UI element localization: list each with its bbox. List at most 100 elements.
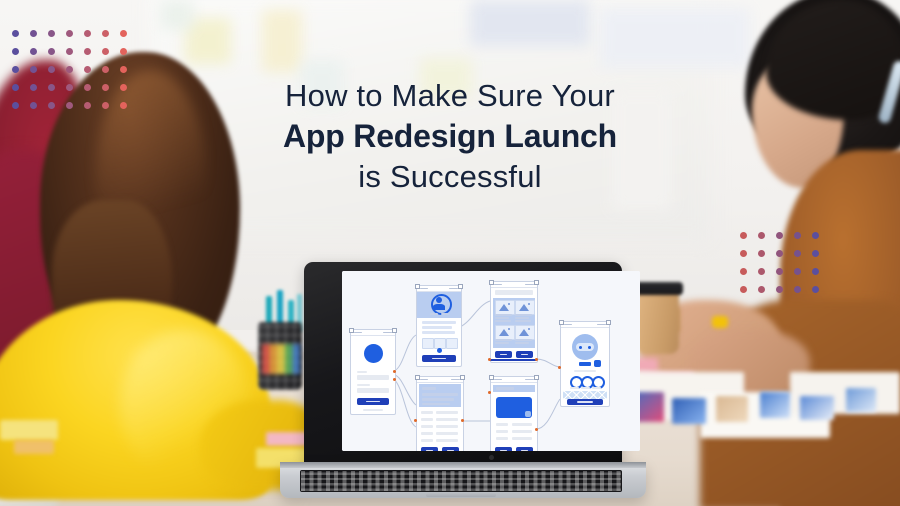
- decorative-dot: [740, 268, 747, 275]
- selection-handle[interactable]: [415, 375, 420, 380]
- input-field[interactable]: [357, 375, 389, 380]
- list-header-title: [422, 387, 436, 390]
- flow-connector-node[interactable]: [461, 419, 464, 422]
- decorative-dot: [30, 84, 37, 91]
- trackpad[interactable]: [426, 493, 496, 497]
- decorative-dot: [102, 48, 109, 55]
- list-row-value: [436, 425, 458, 428]
- wireframe-player-screen[interactable]: [560, 321, 610, 407]
- profile-primary-button[interactable]: [422, 355, 456, 362]
- selection-handle[interactable]: [489, 280, 494, 285]
- footer-link[interactable]: [363, 409, 383, 411]
- catalog-card-text: [495, 342, 509, 344]
- flow-connector-node[interactable]: [558, 366, 561, 369]
- decorative-dot: [66, 66, 73, 73]
- payment-field-label: [496, 437, 508, 440]
- decorative-dot: [776, 250, 783, 257]
- image-placeholder-icon: [519, 304, 529, 311]
- status-bar: [491, 377, 537, 383]
- selection-handle[interactable]: [534, 375, 539, 380]
- flow-connector-node[interactable]: [393, 378, 396, 381]
- decorative-dot: [740, 232, 747, 239]
- decorative-dot: [30, 30, 37, 37]
- tile[interactable]: [422, 338, 434, 349]
- laptop-lid: [304, 262, 640, 468]
- decorative-dot: [48, 102, 55, 109]
- wireframe-list-screen[interactable]: [416, 376, 464, 451]
- laptop-keyboard[interactable]: [300, 470, 622, 492]
- wall-sticky-note: [262, 10, 302, 72]
- list-row-label: [421, 418, 433, 421]
- selection-handle[interactable]: [559, 320, 564, 325]
- action-label: [592, 387, 601, 389]
- catalog-card-text: [495, 314, 512, 316]
- wireframe-payment-screen[interactable]: [490, 376, 538, 451]
- wireframe-catalog-screen[interactable]: [490, 281, 538, 363]
- flow-connector-node[interactable]: [488, 391, 491, 394]
- wireframe-profile-screen[interactable]: [416, 285, 462, 367]
- image-dot-icon: [508, 328, 510, 330]
- search-bar[interactable]: [495, 290, 533, 295]
- selection-handle[interactable]: [415, 284, 420, 289]
- dot-grid-top-left: [12, 30, 138, 120]
- decorative-dot: [66, 102, 73, 109]
- title-line-3: is Successful: [358, 158, 542, 194]
- list-row-value: [436, 411, 458, 414]
- decorative-dot: [30, 66, 37, 73]
- add-badge-icon[interactable]: [437, 348, 442, 353]
- payment-secondary-button[interactable]: [495, 447, 512, 451]
- image-dot-icon: [508, 303, 510, 305]
- text-block-line: [422, 326, 452, 329]
- decorative-dot: [120, 66, 127, 73]
- payment-primary-button[interactable]: [516, 447, 533, 451]
- selection-handle[interactable]: [392, 328, 397, 333]
- flow-connector-node[interactable]: [393, 370, 396, 373]
- decorative-dot: [794, 250, 801, 257]
- decorative-dot: [102, 102, 109, 109]
- decorative-dot: [66, 48, 73, 55]
- wireframe-login-screen[interactable]: [350, 329, 396, 415]
- list-row-value: [436, 432, 458, 435]
- laptop: [276, 262, 646, 506]
- selection-handle[interactable]: [349, 328, 354, 333]
- banner-canvas: How to Make Sure Your App Redesign Launc…: [0, 0, 900, 506]
- decorative-dot: [12, 66, 19, 73]
- avatar-body-icon: [433, 304, 445, 310]
- sticky-note-orange: [14, 440, 54, 454]
- input-field[interactable]: [357, 388, 389, 393]
- add-player-button[interactable]: [594, 360, 601, 367]
- decorative-dot: [66, 84, 73, 91]
- catalog-secondary-button[interactable]: [495, 351, 512, 358]
- text-block-line: [422, 331, 455, 334]
- selection-handle[interactable]: [606, 320, 611, 325]
- selection-handle[interactable]: [489, 375, 494, 380]
- decorative-dot: [12, 48, 19, 55]
- play-button[interactable]: [567, 399, 603, 405]
- laptop-screen[interactable]: [342, 271, 640, 451]
- catalog-primary-button[interactable]: [516, 351, 533, 358]
- decorative-dot: [740, 250, 747, 257]
- selection-handle[interactable]: [534, 280, 539, 285]
- status-bar: [417, 377, 463, 383]
- list-primary-button[interactable]: [442, 447, 459, 451]
- decorative-dot: [12, 84, 19, 91]
- card-chip-icon: [525, 411, 531, 417]
- decorative-dot: [48, 66, 55, 73]
- image-dot-icon: [528, 303, 530, 305]
- list-header-text: [422, 393, 458, 396]
- tile[interactable]: [446, 338, 458, 349]
- flow-connector-node[interactable]: [535, 358, 538, 361]
- flow-connector-node[interactable]: [414, 419, 417, 422]
- flow-connector-node[interactable]: [535, 428, 538, 431]
- selection-handle[interactable]: [460, 375, 465, 380]
- keyboard-keys: [301, 471, 621, 491]
- flow-connector-node[interactable]: [488, 358, 491, 361]
- decorative-dot: [758, 286, 765, 293]
- wireframe-flow-canvas[interactable]: [342, 271, 640, 451]
- selection-handle[interactable]: [458, 284, 463, 289]
- decorative-dot: [120, 102, 127, 109]
- decorative-dot: [102, 84, 109, 91]
- payment-field-value: [512, 423, 532, 426]
- login-primary-button[interactable]: [357, 398, 389, 405]
- list-secondary-button[interactable]: [421, 447, 438, 451]
